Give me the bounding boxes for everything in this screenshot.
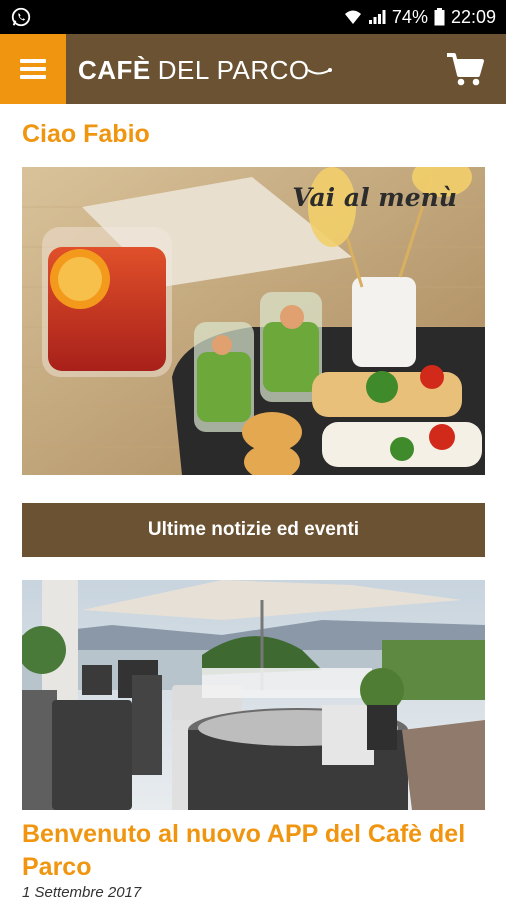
logo-swoosh-icon (307, 68, 332, 75)
shopping-cart-icon[interactable] (446, 51, 484, 87)
status-bar: 74% 22:09 (0, 0, 506, 34)
news-section-button[interactable]: Ultime notizie ed eventi (22, 503, 485, 557)
greeting-title: Ciao Fabio (22, 120, 150, 148)
menu-card[interactable]: Vai al menù (22, 167, 485, 475)
article-date: 1 Settembre 2017 (22, 884, 142, 900)
logo-text-light: DEL PARCO (157, 54, 310, 85)
wifi-icon (344, 10, 361, 24)
article-title[interactable]: Benvenuto al nuovo APP del Cafè del Parc… (22, 818, 485, 884)
battery-level: 74% (391, 6, 428, 27)
hamburger-menu-icon (20, 59, 46, 79)
menu-card-caption: Vai al menù (292, 183, 457, 212)
clock: 22:09 (450, 6, 496, 27)
menu-button[interactable] (0, 34, 66, 104)
app-bar: CAFÈ DEL PARCO (0, 34, 506, 104)
article-image[interactable] (22, 580, 485, 810)
signal-icon (368, 10, 386, 24)
menu-photo (22, 167, 485, 475)
logo-text-bold: CAFÈ (78, 54, 151, 85)
battery-icon (434, 8, 445, 26)
terrace-photo (22, 580, 485, 810)
whatsapp-icon (11, 7, 31, 27)
app-logo: CAFÈ DEL PARCO (78, 53, 334, 87)
